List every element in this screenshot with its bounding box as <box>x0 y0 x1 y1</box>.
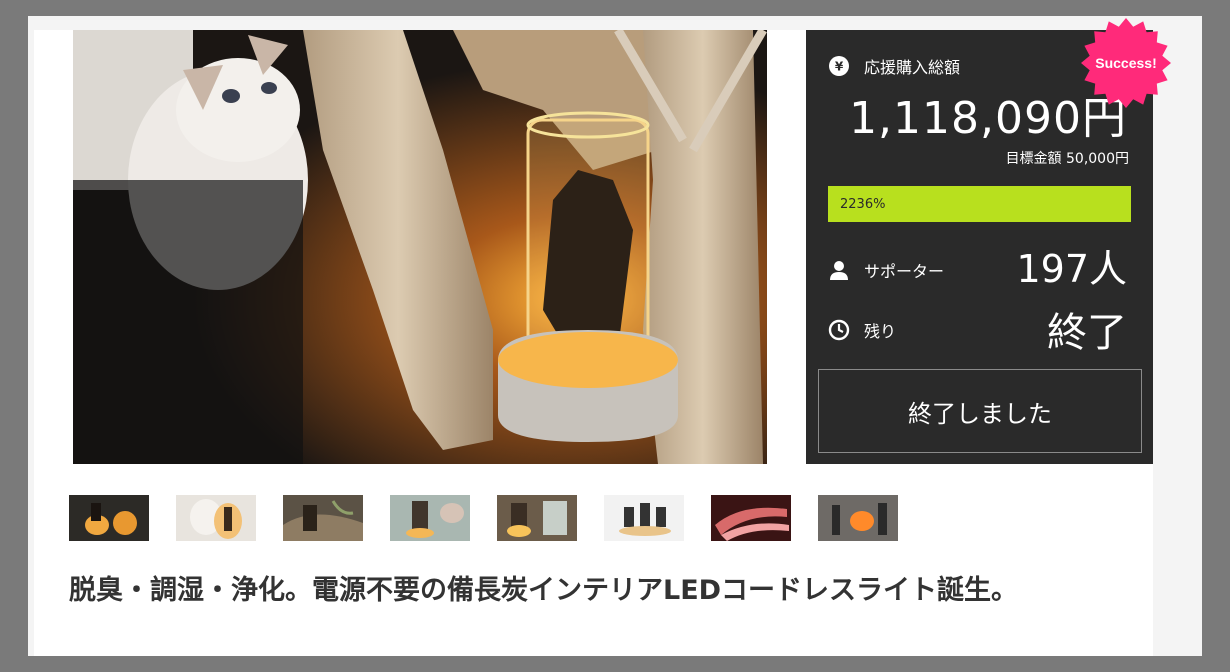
supporters-label: サポーター <box>864 262 945 281</box>
supporters-label-row: サポーター <box>828 258 944 282</box>
yen-icon: ¥ <box>828 55 850 77</box>
person-icon <box>828 259 850 281</box>
project-title: 脱臭・調湿・浄化。電源不要の備長炭インテリアLEDコードレスライト誕生。 <box>69 575 1019 606</box>
thumbnail-6[interactable] <box>604 495 684 541</box>
ended-button[interactable]: 終了しました <box>818 369 1142 453</box>
remaining-label: 残り <box>864 322 897 341</box>
progress-bar: 2236% <box>828 186 1131 222</box>
clock-icon <box>828 319 850 341</box>
success-badge: Success! <box>1080 17 1172 109</box>
total-label: 応援購入総額 <box>864 58 961 77</box>
thumbnail-8[interactable] <box>818 495 898 541</box>
remaining-label-row: 残り <box>828 318 896 342</box>
thumbnail-strip <box>69 495 925 541</box>
product-photo <box>73 30 767 464</box>
thumbnail-2[interactable] <box>176 495 256 541</box>
goal-amount: 目標金額 50,000円 <box>1005 151 1129 167</box>
thumbnail-1[interactable] <box>69 495 149 541</box>
success-badge-label: Success! <box>1095 55 1157 71</box>
thumbnail-5[interactable] <box>497 495 577 541</box>
supporters-count: 197人 <box>1016 247 1127 291</box>
total-label-row: ¥ 応援購入総額 <box>828 54 960 78</box>
main-product-image[interactable] <box>73 30 767 464</box>
thumbnail-4[interactable] <box>390 495 470 541</box>
progress-fill: 2236% <box>828 186 1131 222</box>
thumbnail-3[interactable] <box>283 495 363 541</box>
remaining-value: 終了 <box>1047 310 1127 356</box>
thumbnail-7[interactable] <box>711 495 791 541</box>
svg-text:¥: ¥ <box>835 60 844 74</box>
